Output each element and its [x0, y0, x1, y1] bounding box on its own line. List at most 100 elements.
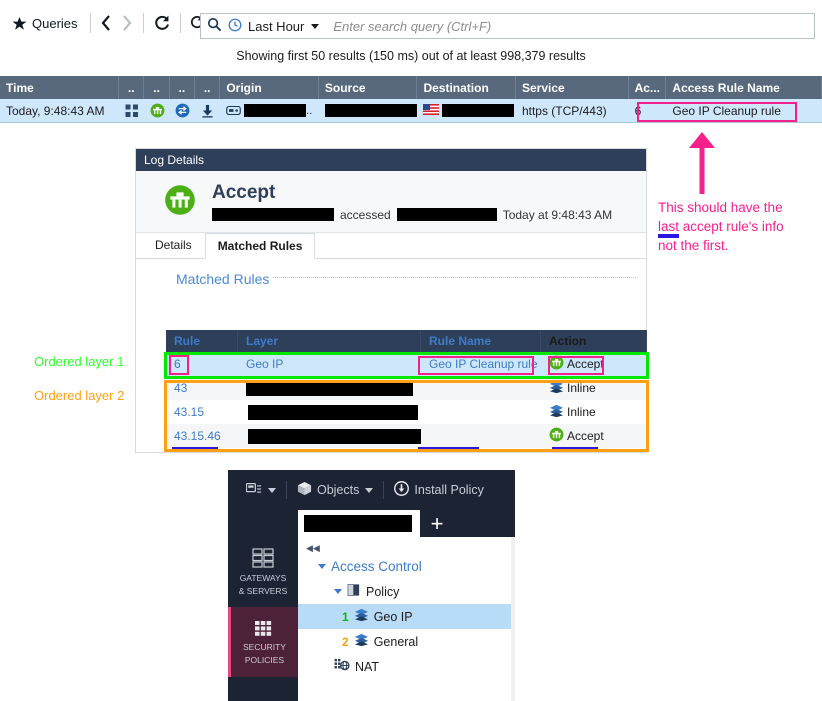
tree-label-general: General [373, 634, 419, 649]
tab-matched-rules[interactable]: Matched Rules [204, 233, 316, 259]
redacted-tab-title [304, 515, 412, 532]
time-range-label[interactable]: Last Hour [248, 19, 304, 34]
column-header-destination[interactable]: Destination [417, 76, 516, 99]
blue-underline-rule [172, 447, 218, 452]
column-header-rule-name[interactable]: Rule Name [421, 330, 541, 352]
tree-item-geo-ip[interactable]: 1 Geo IP [298, 604, 515, 629]
redacted-actor [212, 208, 334, 221]
sidebar-item-gateways-servers[interactable]: GATEWAYS & SERVERS [228, 537, 298, 607]
column-header-blade3[interactable]: .. [170, 76, 196, 99]
install-policy-label: Install Policy [414, 483, 484, 497]
column-header-blade2[interactable]: .. [144, 76, 170, 99]
action-label: Inline [567, 405, 596, 419]
column-header-source[interactable]: Source [319, 76, 418, 99]
search-icon [207, 17, 222, 35]
column-header-layer[interactable]: Layer [238, 330, 421, 352]
table-row[interactable]: 6 Geo IP Geo IP Cleanup rule Accept [166, 352, 647, 376]
section-label: Matched Rules [176, 271, 270, 287]
table-row[interactable]: 43 Inline [166, 376, 647, 400]
hero-timestamp: Today at 9:48:43 AM [502, 207, 613, 222]
queries-button[interactable]: Queries [6, 14, 84, 33]
blue-underline-rule-name [418, 447, 479, 452]
search-input[interactable]: Last Hour Enter search query (Ctrl+F) [200, 13, 815, 39]
tree-scrollbar[interactable] [511, 537, 515, 701]
collapse-left-icon[interactable]: ◀◀ [298, 537, 515, 554]
annotation-note-line2: accept rule's info [679, 219, 784, 234]
action-label: Inline [567, 381, 596, 395]
star-icon [12, 16, 27, 31]
cell-rule-name [421, 376, 541, 400]
log-table: Time .. .. .. .. Origin Source Destinati… [0, 76, 822, 123]
table-row[interactable]: Today, 9:48:43 AM .. https (TCP/443) 6 G… [0, 99, 822, 122]
cell-action-num: 6 [634, 103, 642, 118]
clock-icon[interactable] [228, 18, 242, 35]
layers-icon [549, 380, 564, 397]
log-details-title: Log Details [136, 149, 646, 171]
layers-icon [354, 633, 369, 650]
row-divider [0, 122, 822, 123]
cell-service: https (TCP/443) [521, 103, 607, 118]
log-details-hero: Accept accessed Today at 9:48:43 AM [136, 171, 646, 233]
cell-rule: 6 [174, 357, 181, 371]
refresh-icon[interactable] [150, 12, 174, 34]
table-row[interactable]: 43.15 Inline [166, 400, 647, 424]
chevron-down-icon[interactable] [365, 487, 374, 493]
annotation-note-underlined: last [658, 219, 680, 238]
add-tab-button[interactable]: + [420, 510, 454, 537]
column-header-action[interactable]: Action [541, 330, 647, 352]
chevron-left-icon[interactable] [97, 12, 117, 34]
chevron-down-icon[interactable] [334, 589, 342, 594]
column-header-blade1[interactable]: .. [119, 76, 145, 99]
download-icon [195, 99, 220, 122]
redacted-layer [248, 404, 418, 420]
accept-gateway-icon [144, 99, 169, 122]
column-header-time[interactable]: Time [0, 76, 120, 99]
install-policy-icon [394, 481, 410, 499]
column-header-service[interactable]: Service [516, 76, 629, 99]
tree-order-number: 1 [342, 609, 349, 624]
objects-button[interactable]: Objects [297, 481, 374, 499]
tree-item-nat[interactable]: NAT [298, 654, 515, 679]
action-label: Accept [567, 429, 604, 443]
chevron-down-icon[interactable] [318, 564, 326, 569]
column-header-action-num[interactable]: Ac... [629, 76, 667, 99]
tree-label-access-control: Access Control [331, 559, 422, 574]
matched-rules-table: Rule Layer Rule Name Action 6 Geo IP Geo… [166, 330, 647, 448]
action-label: Accept [567, 357, 604, 371]
annotation-arrow-icon [689, 132, 715, 194]
tree-item-general[interactable]: 2 General [298, 629, 515, 654]
column-header-access-rule-name[interactable]: Access Rule Name [666, 76, 822, 99]
divider [142, 13, 144, 33]
tree-label-geo-ip: Geo IP [373, 609, 413, 624]
tab-details[interactable]: Details [142, 232, 205, 258]
matched-rules-header: Rule Layer Rule Name Action [166, 330, 647, 352]
session-menu-button[interactable] [245, 482, 276, 499]
cube-icon [297, 481, 312, 499]
column-header-rule[interactable]: Rule [166, 330, 238, 352]
tree-item-policy[interactable]: Policy [298, 579, 515, 604]
chevron-down-icon[interactable] [268, 487, 276, 493]
tree-item-access-control[interactable]: Access Control [298, 554, 515, 579]
smartconsole-toolbar: Objects Install Policy [228, 470, 515, 510]
session-icon [245, 482, 262, 499]
table-row[interactable]: 43.15.46 Accept [166, 424, 647, 448]
chevron-right-icon[interactable] [117, 12, 137, 34]
layers-icon [354, 608, 369, 625]
sidebar-label-line1: SECURITY [243, 641, 286, 652]
cell-action: Accept [541, 352, 647, 376]
tree-order-number: 2 [342, 634, 349, 649]
redacted-destination [442, 104, 515, 117]
sidebar-item-security-policies[interactable]: SECURITY POLICIES [228, 607, 298, 677]
cell-action: Inline [541, 400, 647, 424]
servers-icon [252, 548, 274, 570]
redacted-target [396, 208, 497, 221]
install-policy-button[interactable]: Install Policy [394, 481, 484, 499]
column-header-origin[interactable]: Origin [220, 76, 319, 99]
column-header-blade4[interactable]: .. [195, 76, 221, 99]
divider [286, 481, 287, 499]
cell-rule-name [421, 400, 541, 424]
sidebar-label-line1: GATEWAYS [239, 573, 287, 583]
chevron-down-icon[interactable] [311, 23, 320, 29]
smartconsole-tree-panel: ◀◀ Access Control Policy 1 Geo IP 2 Gene… [298, 537, 515, 701]
smartconsole-tab[interactable] [298, 510, 420, 537]
